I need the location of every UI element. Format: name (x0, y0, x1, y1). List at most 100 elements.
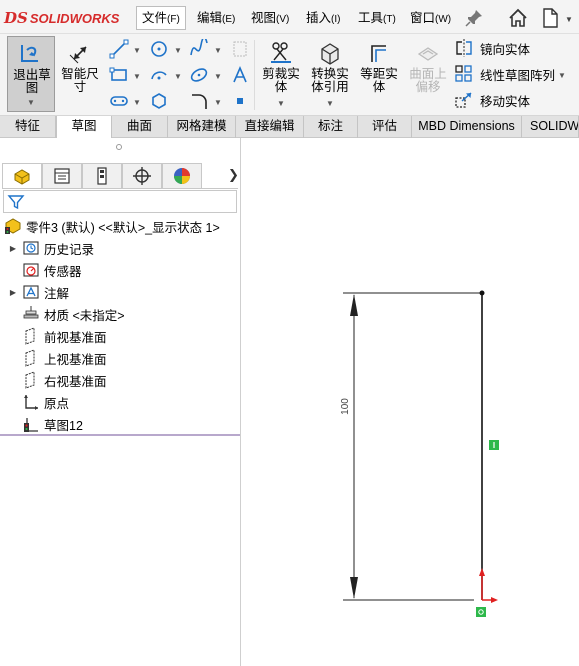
expand-arrow-icon[interactable]: ▶ (8, 244, 18, 253)
convert-entities-button[interactable]: 转换实体引用 ▼ (306, 36, 354, 112)
home-icon[interactable] (506, 6, 530, 30)
smart-dimension-icon (56, 40, 104, 66)
display-manager-icon (174, 168, 190, 184)
feature-manager-icon (14, 169, 30, 185)
convert-entities-label: 转换实体引用 (311, 67, 349, 94)
new-document-dropdown-icon[interactable]: ▼ (565, 15, 573, 24)
tree-item-origin[interactable]: 原点 (8, 392, 69, 412)
arc-tool-dropdown-icon[interactable]: ▼ (174, 72, 182, 81)
property-manager-tab[interactable] (42, 163, 82, 188)
tab-sketch[interactable]: 草图 (56, 116, 112, 138)
linear-pattern-button[interactable]: 线性草图阵列 (454, 63, 555, 85)
expand-arrow-icon[interactable]: ▶ (8, 288, 18, 297)
exit-sketch-icon (8, 41, 54, 67)
line-tool-dropdown-icon[interactable]: ▼ (133, 46, 141, 55)
mirror-entities-label: 镜向实体 (480, 42, 531, 57)
fillet-tool-dropdown-icon[interactable]: ▼ (214, 98, 222, 107)
tree-item-label: 传感器 (44, 264, 82, 279)
dimxpert-manager-tab[interactable] (122, 163, 162, 188)
logo-works: WORKS (69, 10, 120, 26)
trim-entities-label: 剪裁实体 (262, 67, 300, 94)
configuration-manager-tab[interactable] (82, 163, 122, 188)
offset-on-surface-button[interactable]: 曲面上偏移 (404, 36, 452, 112)
convert-entities-dropdown-icon[interactable]: ▼ (306, 97, 354, 110)
tree-item-history[interactable]: ▶ 历史记录 (8, 238, 94, 258)
slot-tool-icon[interactable] (108, 90, 130, 112)
tree-item-right-plane[interactable]: 右视基准面 (8, 370, 107, 390)
circle-tool-icon[interactable] (148, 38, 170, 60)
tab-mbd-dimensions[interactable]: MBD Dimensions (412, 116, 522, 138)
tab-markup[interactable]: 标注 (304, 116, 358, 138)
tree-item-sketch12[interactable]: 草图12 (8, 414, 83, 434)
smart-dimension-button[interactable]: 智能尺寸 (56, 36, 104, 112)
spline-tool-dropdown-icon[interactable]: ▼ (214, 46, 222, 55)
tree-root-part[interactable]: 零件3 (默认) <<默认>_显示状态 1> (4, 216, 220, 236)
ellipse-tool-dropdown-icon[interactable]: ▼ (214, 72, 222, 81)
fillet-tool-icon[interactable] (188, 90, 210, 112)
solidworks-logo[interactable]: DS SOLID WORKS (4, 8, 119, 28)
linear-pattern-icon (454, 64, 474, 84)
line-tool-icon[interactable] (108, 38, 130, 60)
menu-window-label: 窗口 (410, 11, 436, 25)
spline-tool-icon[interactable] (188, 38, 210, 60)
display-manager-tab[interactable] (162, 163, 202, 188)
tree-item-material[interactable]: 材质 <未指定> (8, 304, 125, 324)
exit-sketch-button[interactable]: 退出草图 ▼ (7, 36, 55, 112)
panel-tabs: ❯ (2, 163, 239, 189)
exit-sketch-dropdown-icon[interactable]: ▼ (8, 96, 54, 109)
pin-icon[interactable] (462, 6, 486, 30)
panel-grip-handle[interactable] (116, 144, 122, 150)
tab-solidworks-addins[interactable]: SOLIDWORKS (522, 116, 579, 138)
offset-entities-button[interactable]: 等距实体 (356, 36, 402, 112)
tab-direct-editing[interactable]: 直接编辑 (236, 116, 304, 138)
dimxpert-manager-icon (133, 167, 151, 185)
tab-evaluate[interactable]: 评估 (358, 116, 412, 138)
circle-tool-dropdown-icon[interactable]: ▼ (174, 46, 182, 55)
ellipse-tool-icon[interactable] (188, 64, 210, 86)
tree-item-top-plane[interactable]: 上视基准面 (8, 348, 107, 368)
feature-manager-panel: ❯ 零件3 (默认) <<默认>_显示状态 1> ▶ 历史记录 传感器 ▶ 注解 (0, 138, 241, 666)
linear-pattern-dropdown-icon[interactable]: ▼ (558, 71, 566, 80)
menu-tools[interactable]: 工具(T) (353, 6, 401, 30)
dimension-arrow-bottom (350, 577, 358, 599)
tab-surfaces[interactable]: 曲面 (112, 116, 168, 138)
menu-window[interactable]: 窗口(W) (405, 6, 456, 30)
arc-tool-icon[interactable] (148, 64, 170, 86)
sketch-endpoint-top (479, 290, 485, 296)
point-tool-icon[interactable] (229, 90, 251, 112)
linear-pattern-label: 线性草图阵列 (480, 68, 556, 83)
menu-insert[interactable]: 插入(I) (301, 6, 345, 30)
menu-edit[interactable]: 编辑(E) (192, 6, 240, 30)
graphics-area[interactable]: 100 (242, 138, 579, 666)
annotation-icon (22, 283, 40, 301)
new-document-icon[interactable] (538, 6, 562, 30)
polygon-tool-icon[interactable] (148, 90, 170, 112)
trim-entities-dropdown-icon[interactable]: ▼ (258, 97, 304, 110)
tab-mesh-modeling[interactable]: 网格建模 (168, 116, 236, 138)
feature-manager-tab[interactable] (2, 163, 42, 188)
plane-icon (22, 349, 40, 367)
tree-item-front-plane[interactable]: 前视基准面 (8, 326, 107, 346)
dimension-value[interactable]: 100 (340, 398, 351, 415)
panel-tabs-scroll-right-icon[interactable]: ❯ (228, 167, 239, 183)
trim-entities-button[interactable]: 剪裁实体 ▼ (258, 36, 304, 112)
tree-root-label: 零件3 (默认) <<默认>_显示状态 1> (26, 220, 220, 235)
move-entities-button[interactable]: 移动实体 (454, 89, 530, 111)
tree-item-annotations[interactable]: ▶ 注解 (8, 282, 69, 302)
rectangle-tool-icon[interactable] (108, 64, 130, 86)
menu-edit-label: 编辑 (197, 11, 223, 25)
tree-filter-box[interactable] (3, 190, 237, 213)
tree-item-sensors[interactable]: 传感器 (8, 260, 82, 280)
rectangle-tool-dropdown-icon[interactable]: ▼ (133, 72, 141, 81)
menu-file-label: 文件 (142, 11, 168, 25)
mirror-entities-button[interactable]: 镜向实体 (454, 37, 530, 59)
sensor-icon (22, 261, 40, 279)
text-tool-icon[interactable] (229, 64, 251, 86)
menu-view[interactable]: 视图(V) (246, 6, 294, 30)
menu-insert-label: 插入 (306, 11, 332, 25)
rollback-bar[interactable] (0, 434, 240, 436)
surface-sketch-icon[interactable] (229, 38, 251, 60)
tab-features[interactable]: 特征 (0, 116, 56, 138)
menu-file[interactable]: 文件(F) (136, 6, 186, 30)
slot-tool-dropdown-icon[interactable]: ▼ (133, 98, 141, 107)
